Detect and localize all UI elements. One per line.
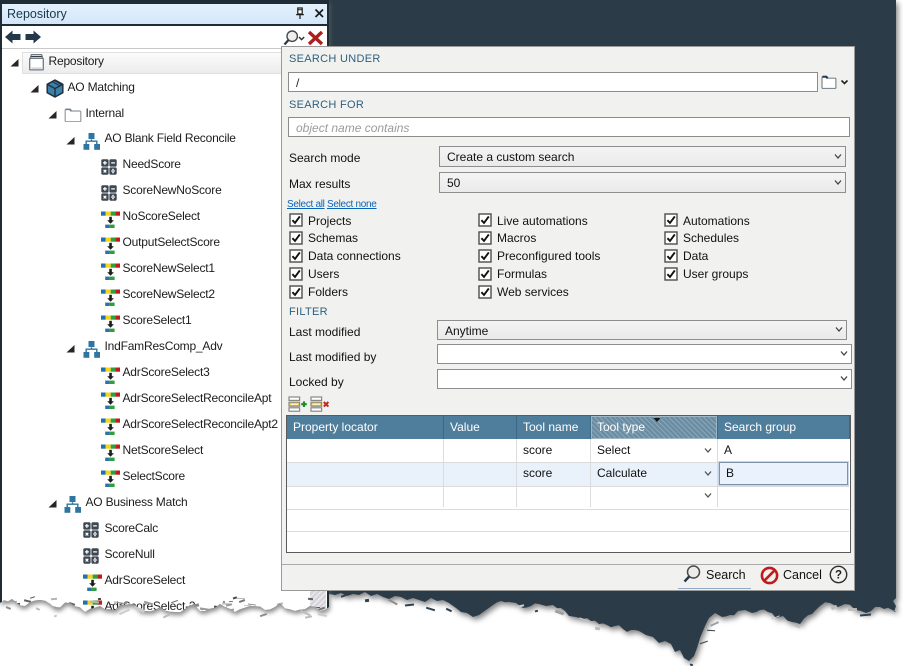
svg-text:?: ?: [835, 569, 842, 581]
